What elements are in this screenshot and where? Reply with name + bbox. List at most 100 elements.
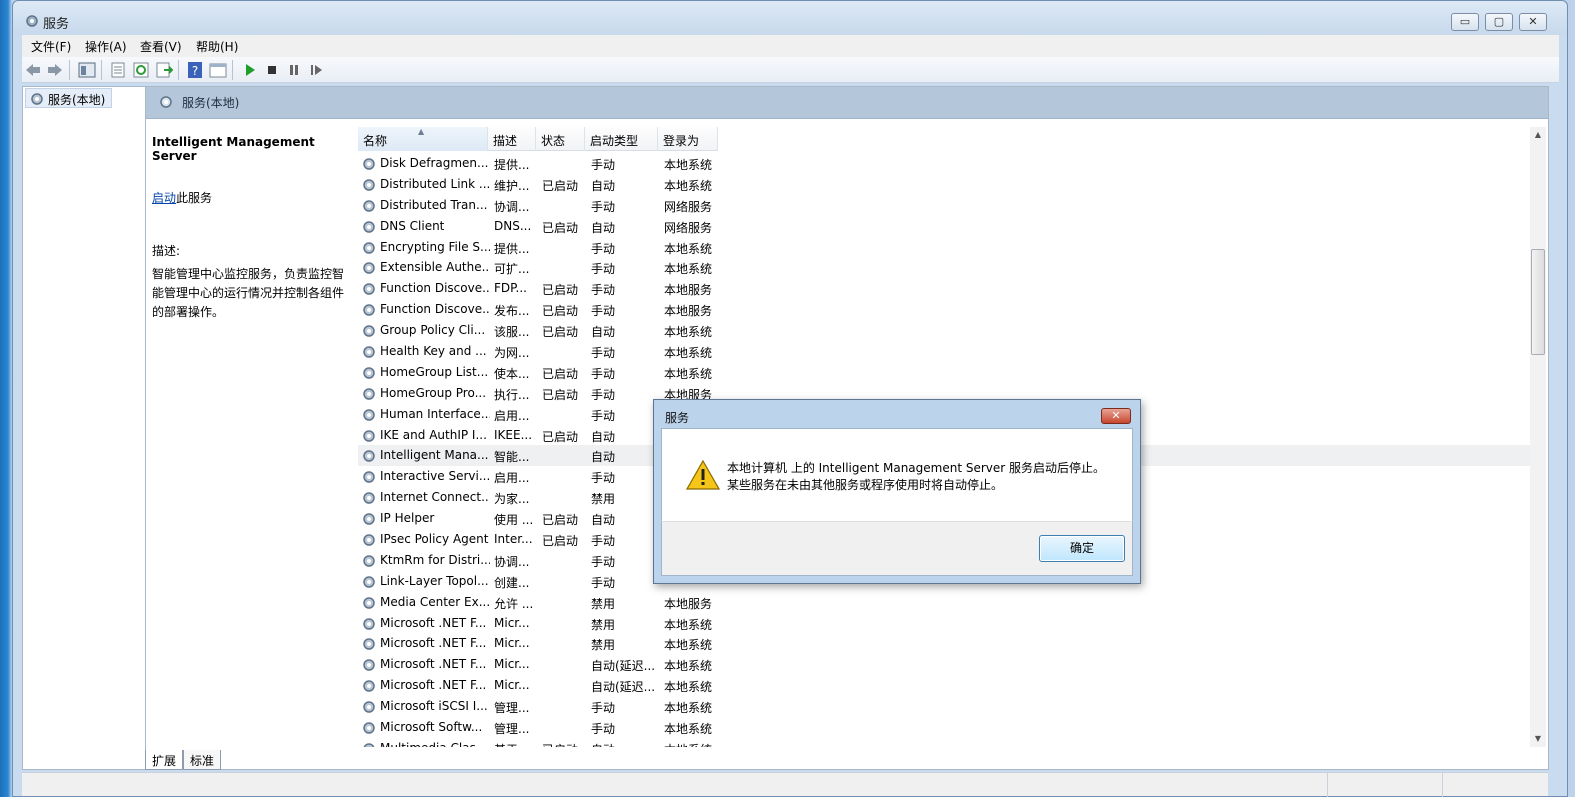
- service-row[interactable]: Microsoft iSCSI I... 管理... 手动 本地系统: [358, 696, 1530, 717]
- column-header-startup-type-label: 启动类型: [590, 134, 639, 148]
- service-logon-as: 本地系统: [664, 346, 713, 361]
- ok-button[interactable]: 确定: [1039, 535, 1125, 562]
- service-row[interactable]: Group Policy Cli... 该服... 已启动 自动 本地系统: [358, 320, 1530, 341]
- service-description: 维护...: [494, 178, 530, 193]
- service-startup-type: 手动: [591, 471, 616, 486]
- back-icon[interactable]: [24, 61, 42, 79]
- scroll-up-icon[interactable]: ▲: [1530, 127, 1546, 143]
- service-logon-as: 本地系统: [664, 741, 724, 747]
- detail-description-label: 描述:: [152, 244, 181, 258]
- detail-description-text: 智能管理中心监控服务，负责监控智能管理中心的运行情况并控制各组件的部署操作。: [152, 267, 345, 319]
- service-name: Multimedia Clas...: [380, 741, 490, 747]
- pause-service-icon[interactable]: [285, 61, 303, 79]
- service-row[interactable]: Microsoft .NET F... Micr... 禁用 本地系统: [358, 633, 1530, 654]
- service-description: 为家...: [494, 492, 530, 507]
- tree-item-services-local[interactable]: 服务(本地): [25, 88, 113, 108]
- service-gear-icon: [363, 596, 375, 609]
- maximize-button[interactable]: ▢: [1485, 13, 1513, 31]
- service-name: IP Helper: [380, 511, 435, 526]
- menu-action[interactable]: 操作(A): [85, 38, 127, 55]
- service-row[interactable]: HomeGroup List... 使本... 已启动 手动 本地系统: [358, 362, 1530, 383]
- dialog-close-button[interactable]: ✕: [1101, 408, 1131, 424]
- title-bar[interactable]: 服务 ▭ ▢ ✕: [13, 1, 1567, 35]
- menu-file[interactable]: 文件(F): [31, 38, 71, 55]
- service-name: Internet Connect...: [380, 490, 490, 505]
- column-header-startup-type[interactable]: 启动类型: [585, 127, 658, 151]
- minimize-button[interactable]: ▭: [1451, 13, 1479, 31]
- service-description: Micr...: [494, 615, 530, 630]
- stop-service-icon[interactable]: [263, 61, 281, 79]
- service-description: 该服...: [494, 325, 530, 340]
- properties-icon[interactable]: [109, 61, 127, 79]
- service-row[interactable]: Media Center Ex... 允许 ... 禁用 本地服务: [358, 592, 1530, 613]
- service-row[interactable]: DNS Client DNS... 已启动 自动 网络服务: [358, 216, 1530, 237]
- menu-help[interactable]: 帮助(H): [196, 38, 238, 55]
- service-logon-as: 本地系统: [664, 366, 713, 381]
- menu-view[interactable]: 查看(V): [140, 38, 182, 55]
- sort-ascending-icon: ▲: [418, 127, 425, 136]
- start-service-link[interactable]: 启动: [152, 191, 176, 205]
- service-name: Microsoft Softw...: [380, 720, 483, 735]
- service-name: Link-Layer Topol...: [380, 573, 489, 588]
- service-startup-type: 禁用: [591, 617, 616, 632]
- service-startup-type: 手动: [591, 158, 616, 172]
- start-service-icon[interactable]: [241, 61, 259, 79]
- scroll-down-icon[interactable]: ▼: [1530, 731, 1546, 747]
- column-header-logon-as[interactable]: 登录为: [658, 127, 718, 151]
- service-gear-icon: [363, 680, 375, 693]
- export-list-icon[interactable]: [155, 61, 173, 79]
- service-name: DNS Client: [380, 218, 445, 233]
- service-row[interactable]: Disk Defragmen... 提供... 手动 本地系统: [358, 153, 1530, 174]
- service-status: 已启动: [542, 741, 588, 747]
- vertical-scrollbar[interactable]: ▲ ▼: [1530, 127, 1546, 747]
- service-gear-icon: [363, 492, 375, 504]
- service-status: 已启动: [542, 429, 579, 444]
- service-gear-icon: [363, 346, 375, 358]
- service-gear-icon: [363, 220, 375, 233]
- service-row[interactable]: Function Discove... 发布... 已启动 手动 本地服务: [358, 299, 1530, 320]
- services-gear-icon: [31, 93, 43, 105]
- column-header-description[interactable]: 描述: [488, 127, 536, 151]
- toolbar: ?: [22, 57, 1559, 83]
- service-row[interactable]: Multimedia Clas... 基于... 已启动自动 本地系统: [358, 738, 1530, 747]
- tab-standard[interactable]: 标准: [183, 750, 222, 770]
- help-icon[interactable]: ?: [186, 61, 204, 79]
- refresh-icon[interactable]: [132, 61, 150, 79]
- service-row[interactable]: Distributed Tran... 协调... 手动 网络服务: [358, 195, 1530, 216]
- service-row[interactable]: Microsoft .NET F... Micr... 自动(延迟... 本地系统: [358, 654, 1530, 675]
- service-row[interactable]: Distributed Link ... 维护... 已启动 自动 本地系统: [358, 174, 1530, 195]
- service-name: Distributed Link ...: [380, 176, 490, 191]
- service-row[interactable]: Function Discove... FDP... 已启动 手动 本地服务: [358, 278, 1530, 299]
- service-row[interactable]: Health Key and ... 为网... 手动 本地系统: [358, 341, 1530, 362]
- service-description: 启用...: [494, 471, 530, 486]
- service-row[interactable]: Microsoft .NET F... Micr... 禁用 本地系统: [358, 613, 1530, 634]
- service-startup-type: 自动: [591, 450, 616, 465]
- show-hide-tree-icon[interactable]: [78, 61, 96, 79]
- restart-service-icon[interactable]: [307, 61, 325, 79]
- service-name: Microsoft iSCSI I...: [380, 699, 488, 714]
- service-startup-type: 手动: [591, 262, 616, 277]
- column-header-logon-as-label: 登录为: [663, 134, 700, 148]
- service-gear-icon: [363, 638, 375, 651]
- forward-icon[interactable]: [46, 61, 64, 79]
- tab-extended[interactable]: 扩展: [145, 750, 184, 770]
- service-row[interactable]: Microsoft Softw... 管理... 手动 本地系统: [358, 717, 1530, 738]
- service-gear-icon: [363, 158, 375, 170]
- dialog-message-line1: 本地计算机 上的 Intelligent Management Server 服…: [727, 461, 1106, 475]
- service-row[interactable]: Encrypting File S... 提供... 手动 本地系统: [358, 237, 1530, 258]
- status-bar: [22, 772, 1548, 797]
- close-window-button[interactable]: ✕: [1519, 13, 1547, 31]
- service-row[interactable]: Extensible Authe... 可扩... 手动 本地系统: [358, 257, 1530, 278]
- service-description: Micr...: [494, 657, 530, 672]
- service-name: IKE and AuthIP I...: [380, 427, 487, 442]
- console-icon[interactable]: [209, 61, 227, 79]
- service-description: 发布...: [494, 304, 530, 319]
- service-startup-type: 手动: [591, 346, 616, 361]
- toolbar-separator: [69, 60, 70, 80]
- service-gear-icon: [363, 241, 375, 254]
- service-row[interactable]: Microsoft .NET F... Micr... 自动(延迟... 本地系统: [358, 675, 1530, 696]
- service-gear-icon: [363, 743, 375, 747]
- column-header-status[interactable]: 状态: [536, 127, 585, 151]
- scroll-thumb[interactable]: [1531, 249, 1545, 355]
- column-header-name[interactable]: ▲ 名称: [358, 127, 488, 151]
